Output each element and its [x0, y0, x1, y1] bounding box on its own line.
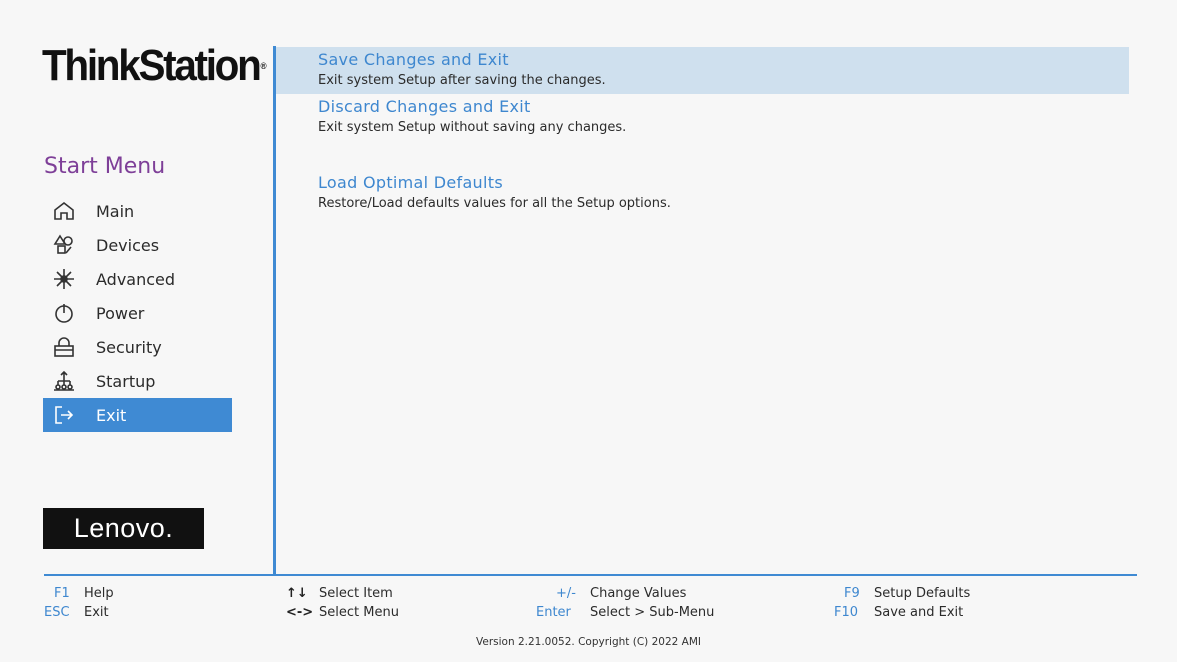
sidebar-item-power[interactable]: Power [43, 296, 232, 330]
thinkstation-logo: ThinkStation® [42, 41, 267, 90]
horizontal-divider [44, 574, 1137, 576]
option-discard-changes-and-exit[interactable]: Discard Changes and Exit Exit system Set… [276, 96, 1129, 142]
home-icon [51, 198, 77, 224]
sidebar-item-devices[interactable]: Devices [43, 228, 232, 262]
help-enter: Enter Select > Sub-Menu [536, 603, 714, 622]
help-f10: F10 Save and Exit [834, 603, 963, 622]
help-key: F10 [834, 605, 859, 620]
option-save-changes-and-exit[interactable]: Save Changes and Exit Exit system Setup … [276, 47, 1129, 94]
sidebar-item-label: Security [96, 337, 162, 357]
sidebar-item-advanced[interactable]: Advanced [43, 262, 232, 296]
help-esc: ESC Exit [44, 603, 109, 622]
help-label: Select > Sub-Menu [590, 605, 715, 620]
help-label: Exit [84, 605, 109, 620]
version-text: Version 2.21.0052. Copyright (C) 2022 AM… [476, 636, 701, 648]
start-menu-title: Start Menu [44, 154, 166, 179]
help-f1: F1 Help [54, 584, 114, 603]
help-label: Help [84, 586, 114, 601]
help-select-menu: <-> Select Menu [286, 603, 399, 622]
devices-icon [51, 232, 77, 258]
exit-icon [51, 402, 77, 428]
sidebar-item-label: Advanced [96, 269, 176, 289]
option-load-optimal-defaults[interactable]: Load Optimal Defaults Restore/Load defau… [276, 172, 1129, 218]
lenovo-logo: Lenovo. [43, 508, 204, 549]
trademark-mark: ® [260, 61, 267, 71]
advanced-icon [51, 266, 77, 292]
option-title: Discard Changes and Exit [318, 97, 531, 116]
sidebar-item-exit[interactable]: Exit [43, 398, 232, 432]
sidebar-item-label: Devices [96, 235, 160, 255]
sidebar-nav: Main Devices Advanced Power Security Sta… [43, 194, 232, 432]
power-icon [51, 300, 77, 326]
sidebar-item-label: Exit [96, 405, 127, 425]
help-key: F1 [54, 586, 70, 601]
sidebar-item-label: Power [96, 303, 145, 323]
sidebar-item-label: Main [96, 201, 135, 221]
option-description: Exit system Setup without saving any cha… [318, 120, 627, 135]
help-label: Setup Defaults [874, 586, 971, 601]
option-title: Load Optimal Defaults [318, 173, 503, 192]
help-key: F9 [844, 586, 860, 601]
sidebar-item-label: Startup [96, 371, 156, 391]
sidebar-item-main[interactable]: Main [43, 194, 232, 228]
help-label: Change Values [590, 586, 687, 601]
option-description: Exit system Setup after saving the chang… [318, 73, 606, 88]
help-label: Save and Exit [874, 605, 964, 620]
help-select-item: ↑↓ Select Item [286, 584, 393, 603]
left-right-arrow-icon: <-> [286, 605, 314, 620]
help-f9: F9 Setup Defaults [844, 584, 970, 603]
help-key: ESC [44, 605, 70, 620]
help-label: Select Item [319, 586, 393, 601]
security-icon [51, 334, 77, 360]
help-change-values: +/- Change Values [556, 584, 686, 603]
help-label: Select Menu [319, 605, 399, 620]
sidebar-item-startup[interactable]: Startup [43, 364, 232, 398]
option-description: Restore/Load defaults values for all the… [318, 196, 671, 211]
help-key: +/- [556, 586, 576, 601]
up-down-arrow-icon: ↑↓ [286, 586, 308, 601]
option-title: Save Changes and Exit [318, 50, 509, 69]
startup-icon [51, 368, 77, 394]
sidebar-item-security[interactable]: Security [43, 330, 232, 364]
help-key: Enter [536, 605, 571, 620]
